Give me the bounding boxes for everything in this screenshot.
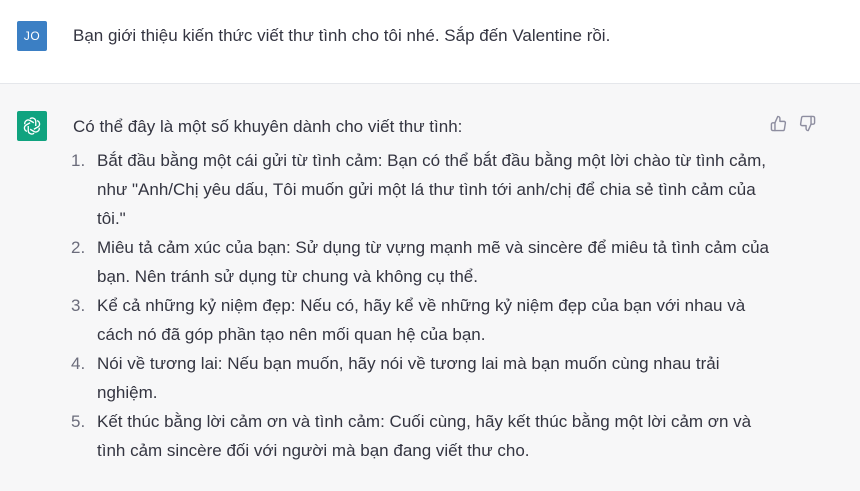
list-item: 5. Kết thúc bằng lời cảm ơn và tình cảm:… (62, 407, 782, 465)
chatgpt-logo-icon (17, 111, 47, 141)
assistant-message-row: Có thể đây là một số khuyên dành cho viế… (0, 84, 860, 491)
user-avatar: JO (17, 21, 47, 51)
list-item-text: Kể cả những kỷ niệm đẹp: Nếu có, hãy kể … (97, 296, 746, 344)
list-item-text: Kết thúc bằng lời cảm ơn và tình cảm: Cu… (97, 412, 752, 460)
list-item-number: 5. (71, 412, 86, 431)
list-item-number: 1. (71, 151, 86, 170)
list-item-text: Bắt đầu bằng một cái gửi từ tình cảm: Bạ… (97, 151, 766, 228)
list-item: 4. Nói về tương lai: Nếu bạn muốn, hãy n… (62, 349, 782, 407)
list-item: 2. Miêu tả cảm xúc của bạn: Sử dụng từ v… (62, 233, 782, 291)
list-item-text: Nói về tương lai: Nếu bạn muốn, hãy nói … (97, 354, 720, 402)
tips-list: 1. Bắt đầu bằng một cái gửi từ tình cảm:… (62, 146, 782, 465)
list-item-number: 2. (71, 238, 86, 257)
user-message-row: JO Bạn giới thiệu kiến thức viết thư tìn… (0, 0, 860, 84)
list-item: 1. Bắt đầu bằng một cái gửi từ tình cảm:… (62, 146, 782, 233)
list-item-text: Miêu tả cảm xúc của bạn: Sử dụng từ vựng… (97, 238, 769, 286)
thumbs-up-icon[interactable] (769, 114, 787, 132)
list-item-number: 3. (71, 296, 86, 315)
chat-page: JO Bạn giới thiệu kiến thức viết thư tìn… (0, 0, 860, 491)
list-item: 3. Kể cả những kỷ niệm đẹp: Nếu có, hãy … (62, 291, 782, 349)
assistant-intro-text: Có thể đây là một số khuyên dành cho viế… (73, 117, 463, 136)
user-message-text: Bạn giới thiệu kiến thức viết thư tình c… (73, 26, 611, 45)
list-item-number: 4. (71, 354, 86, 373)
thumbs-down-icon[interactable] (798, 114, 816, 132)
